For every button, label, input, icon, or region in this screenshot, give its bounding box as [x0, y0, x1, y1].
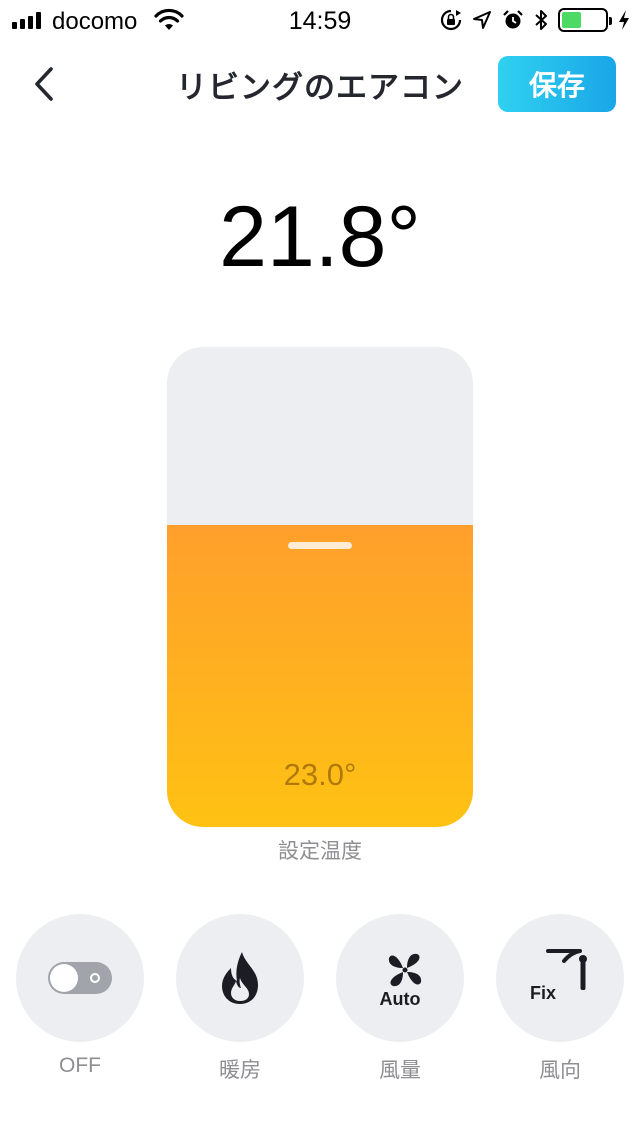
fan-speed-value: Auto — [379, 988, 421, 1009]
aircon-control-screen: docomo 14:59 リビングのエアコン 保存 21.8° 23.0° 設定… — [0, 0, 640, 1136]
fan-speed-indicator: Auto — [376, 951, 424, 1010]
mode-control: 暖房 — [176, 914, 304, 1084]
power-toggle-button[interactable] — [16, 914, 144, 1042]
navigation-bar: リビングのエアコン 保存 — [0, 40, 640, 128]
vane-direction-label: 風向 — [539, 1059, 581, 1082]
vane-direction-indicator: Fix — [530, 948, 590, 1008]
fan-speed-control: Auto 風量 — [336, 914, 464, 1084]
mode-label: 暖房 — [219, 1059, 261, 1082]
flame-icon — [222, 952, 258, 1004]
fan-icon — [388, 953, 422, 986]
bluetooth-icon — [535, 10, 547, 30]
status-bar: docomo 14:59 — [0, 0, 640, 40]
set-temperature-label: 設定温度 — [278, 840, 362, 863]
status-icons — [440, 7, 630, 33]
power-control: OFF — [16, 914, 144, 1078]
location-arrow-icon — [473, 11, 491, 29]
rotation-lock-icon — [440, 9, 462, 31]
power-label: OFF — [59, 1054, 101, 1077]
temperature-slider-handle[interactable] — [288, 541, 352, 549]
set-temperature-value: 23.0° — [283, 757, 357, 792]
temperature-slider-fill[interactable]: 23.0° — [167, 524, 473, 827]
alarm-clock-icon — [503, 10, 523, 29]
mode-button[interactable] — [176, 914, 304, 1042]
battery-level — [562, 12, 581, 28]
save-button[interactable]: 保存 — [498, 56, 616, 112]
vane-direction-button[interactable]: Fix — [496, 914, 624, 1042]
temperature-slider[interactable]: 23.0° — [167, 347, 473, 827]
battery-icon — [558, 8, 612, 32]
fan-speed-label: 風量 — [379, 1059, 421, 1082]
vane-direction-control: Fix 風向 — [496, 914, 624, 1084]
current-temperature: 21.8° — [219, 189, 421, 285]
power-toggle-icon — [48, 962, 112, 994]
fan-speed-button[interactable]: Auto — [336, 914, 464, 1042]
charging-bolt-icon — [619, 10, 629, 30]
vane-direction-value: Fix — [530, 983, 557, 1003]
